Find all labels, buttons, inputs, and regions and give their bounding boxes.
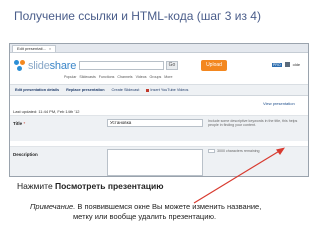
youtube-icon <box>146 88 150 92</box>
username: olde <box>292 62 301 67</box>
slideshare-screenshot: Edit presentati... × slideshare Go Upload… <box>9 43 309 177</box>
nav-item[interactable]: More <box>164 75 172 79</box>
nav-item[interactable]: Channels <box>117 75 132 79</box>
title-label: Title * <box>13 121 26 126</box>
browser-tab[interactable]: Edit presentati... × <box>12 45 57 52</box>
title-hint: Include some descriptive keywords in the… <box>208 119 298 128</box>
logo-word-light: slide <box>28 60 50 72</box>
note-label: Примечание. <box>30 202 76 211</box>
close-tab-icon[interactable]: × <box>49 46 51 51</box>
char-counter: 3000 characters remaining <box>208 149 260 153</box>
slideshare-logo[interactable]: slideshare <box>14 58 76 74</box>
search-input[interactable] <box>79 61 164 70</box>
nav-item[interactable]: Functions <box>99 75 115 79</box>
required-mark: * <box>23 121 26 126</box>
site-header: slideshare Go Upload PRO olde Popular Sl… <box>10 53 308 85</box>
counter-box <box>208 149 215 153</box>
instruction-action: Посмотреть презентацию <box>55 181 164 191</box>
browser-tab-label: Edit presentati... <box>17 46 46 51</box>
last-updated-text: Last updated: 11:44 PM, Feb 14th '12 <box>13 109 80 114</box>
edit-form: View presentation Last updated: 11:44 PM… <box>10 96 308 176</box>
upload-button[interactable]: Upload <box>201 60 227 71</box>
slide-title: Получение ссылки и HTML-кода (шаг 3 из 4… <box>14 9 261 23</box>
title-row: Title * Установка Include some descripti… <box>10 115 308 141</box>
instruction-prefix: Нажмите <box>17 181 53 191</box>
nav-item[interactable]: Groups <box>150 75 162 79</box>
note-line2: метку или вообще удалить презентацию. <box>73 212 217 221</box>
description-textarea[interactable] <box>107 149 203 176</box>
nav-item[interactable]: Videos <box>136 75 147 79</box>
create-slidecast-tab[interactable]: Create Slidecast <box>110 87 142 93</box>
description-row: Description 3000 characters remaining <box>10 146 308 176</box>
edit-details-tab[interactable]: Edit presentation details <box>13 87 61 93</box>
note-line1: В появившемся окне Вы можете изменить на… <box>77 202 262 211</box>
nav-item[interactable]: Popular <box>64 75 76 79</box>
slideshare-logo-icon <box>14 60 26 72</box>
insert-youtube-tab[interactable]: Insert YouTube Videos <box>144 87 190 93</box>
note-text: Примечание. В появившемся окне Вы можете… <box>30 202 290 222</box>
browser-tab-bar: Edit presentati... × <box>10 44 308 53</box>
action-bar: Edit presentation details Replace presen… <box>10 85 308 96</box>
title-input[interactable]: Установка <box>107 119 203 127</box>
user-menu[interactable]: PRO olde <box>270 62 300 67</box>
view-presentation-link[interactable]: View presentation <box>263 101 295 106</box>
search-button[interactable]: Go <box>166 61 178 70</box>
nav-item[interactable]: Slidecasts <box>79 75 95 79</box>
insert-youtube-label: Insert YouTube Videos <box>150 88 189 92</box>
pro-badge: PRO <box>272 62 282 67</box>
replace-presentation-tab[interactable]: Replace presentation <box>64 87 106 93</box>
avatar <box>284 62 290 67</box>
instruction-text: Нажмите Посмотреть презентацию <box>17 181 163 191</box>
logo-word-bold: share <box>49 60 77 72</box>
description-label: Description <box>13 152 38 157</box>
main-nav: Popular Slidecasts Functions Channels Vi… <box>64 75 173 79</box>
